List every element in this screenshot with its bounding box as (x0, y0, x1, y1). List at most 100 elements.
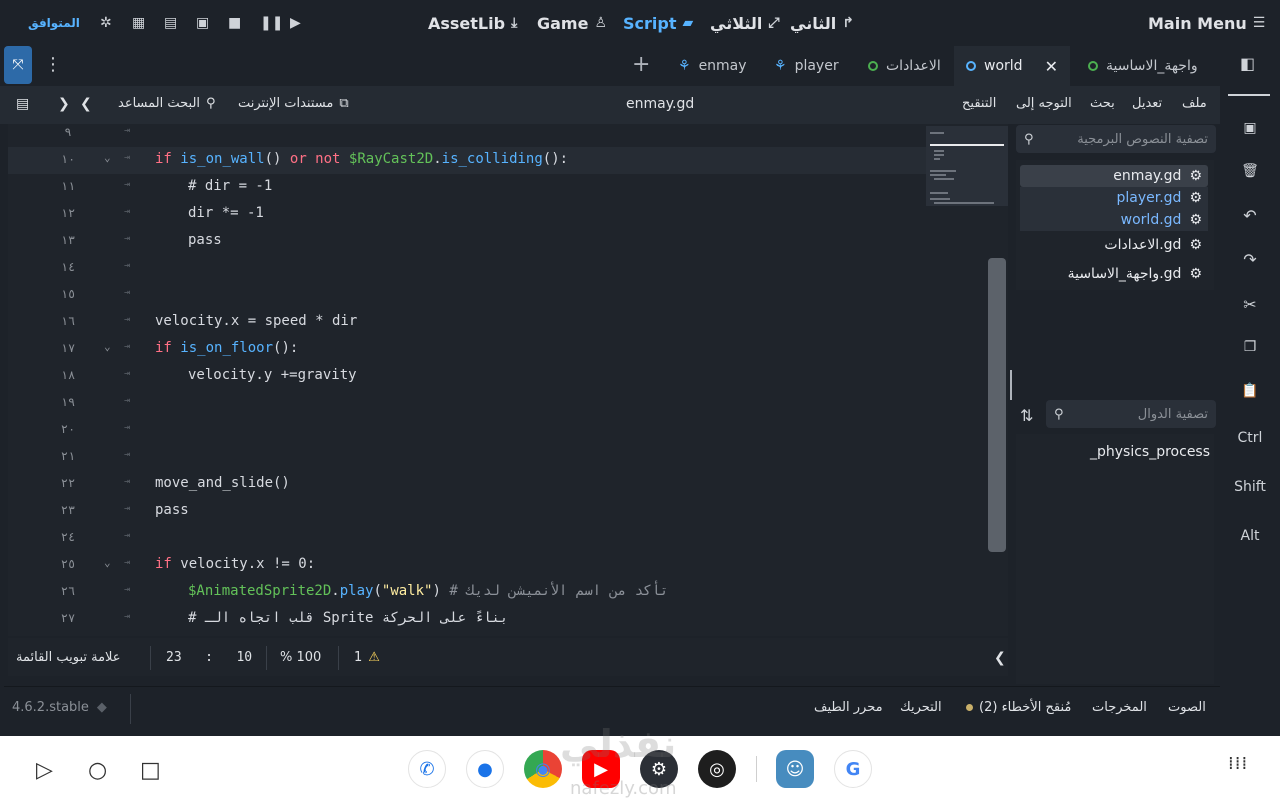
toggle-scripts-button[interactable]: ❮ (994, 650, 1006, 666)
script-item-world[interactable]: world.gd ⚙ (1020, 209, 1208, 231)
history-forward-button[interactable]: ❯ (58, 96, 70, 112)
zoom-level[interactable]: % 100 (280, 650, 321, 665)
add-tab-button[interactable]: + (632, 52, 650, 77)
tab-marker-icon: ⇥ (124, 449, 131, 460)
warning-icon: ⚠ (368, 650, 380, 665)
app-drawer-button[interactable]: ⁞⁞⁞ (1228, 755, 1248, 773)
filter-scripts-input[interactable]: ⚲ تصفية النصوص البرمجية (1016, 125, 1216, 153)
pause-button[interactable]: ❚❚ (260, 12, 283, 34)
gear-icon: ⚙ (1189, 237, 1202, 253)
tab-marker-icon: ⇥ (124, 179, 131, 190)
tab-marker-icon: ⇥ (124, 314, 131, 325)
script-item-main-ui[interactable]: واجهة_الاساسية.gd ⚙ (1020, 263, 1208, 285)
alt-key[interactable]: Alt (1228, 528, 1272, 544)
tab-debugger[interactable]: مُنقح الأخطاء (2) (966, 700, 1071, 715)
close-icon[interactable]: ✕ (1045, 57, 1058, 76)
tab-enmay[interactable]: ⚘ enmay (666, 46, 759, 86)
sort-methods-button[interactable]: ⇅ (1020, 406, 1033, 425)
tab-output[interactable]: المخرجات (1092, 700, 1147, 715)
menu-debug[interactable]: التنقيح (962, 96, 996, 111)
history-back-button[interactable]: ❮ (80, 96, 92, 112)
toggle-scripts-panel-button[interactable]: ▤ (16, 96, 29, 112)
play-scene-button[interactable]: ▤ (164, 12, 177, 34)
menu-edit[interactable]: تعديل (1132, 96, 1162, 111)
minimap[interactable] (926, 126, 1008, 206)
tab-3d[interactable]: الثلاثي ⤢ (710, 12, 780, 34)
tab-audio[interactable]: الصوت (1168, 700, 1206, 715)
back-nav-button[interactable]: ▷ (36, 758, 53, 783)
indent-mode-label[interactable]: علامة تبويب القائمة (16, 650, 121, 665)
movie-maker-button[interactable]: ✲ (100, 12, 112, 34)
fold-arrow-icon[interactable]: ⌄ (104, 556, 111, 569)
menu-goto[interactable]: التوجه إلى (1016, 96, 1072, 111)
recents-nav-button[interactable]: □ (140, 758, 161, 783)
remote-debug-button[interactable]: ▣ (196, 12, 209, 34)
tab-animation[interactable]: التحريك (900, 700, 942, 715)
tab-marker-icon: ⇥ (124, 125, 131, 136)
play-custom-button[interactable]: ▦ (132, 12, 145, 34)
delete-button[interactable]: 🗑 (1228, 163, 1272, 179)
code-line: ٢٦ ⇥ $AnimatedSprite2D.play("walk") # تأكد… (60, 583, 669, 599)
online-docs-button[interactable]: مستندات الإنترنت ⧉ (238, 96, 349, 111)
scene-dot-icon (868, 61, 878, 71)
panel-icon: ◧ (1240, 54, 1256, 73)
node-icon: ⚘ (774, 58, 787, 74)
code-editor[interactable]: ٩ ⇥ ١٠ ⌄ ⇥ if is_on_wall() or not $RayCast2D… (8, 124, 1008, 636)
main-menu-button[interactable]: Main Menu ☰ (1148, 12, 1265, 34)
fold-arrow-icon[interactable]: ⌄ (104, 340, 111, 353)
editor-scrollbar[interactable] (988, 258, 1006, 552)
tab-marker-icon: ⇥ (124, 530, 131, 541)
copy-button[interactable]: ❐ (1228, 339, 1272, 355)
toggle-dock-button[interactable]: ◧ (1240, 54, 1255, 73)
more-options-button[interactable]: ⋮ (44, 54, 62, 75)
undo-button[interactable]: ↶ (1228, 206, 1272, 225)
search-help-button[interactable]: البحث المساعد ⚲ (118, 96, 216, 111)
tab-settings[interactable]: الاعدادات (856, 46, 953, 86)
google-app-icon[interactable]: G (834, 750, 872, 788)
divider (1228, 94, 1270, 96)
warnings-count[interactable]: 1 ⚠ (354, 650, 380, 665)
script-item-enmay[interactable]: enmay.gd ⚙ (1020, 165, 1208, 187)
save-button[interactable]: ▣ (1228, 120, 1272, 136)
script-item-player[interactable]: player.gd ⚙ (1020, 187, 1208, 209)
chrome-app-icon[interactable]: ◉ (524, 750, 562, 788)
menu-search[interactable]: بحث (1090, 96, 1115, 111)
cut-button[interactable]: ✂ (1228, 295, 1272, 314)
tab-script[interactable]: Script ▰ (623, 12, 693, 34)
tab-shader-editor[interactable]: محرر الطيف (814, 700, 883, 715)
renderer-select[interactable]: المتوافق (28, 12, 80, 34)
tab-marker-icon: ⇥ (124, 395, 131, 406)
home-nav-button[interactable]: ○ (88, 758, 107, 783)
distraction-free-button[interactable]: ⤧ (4, 46, 32, 84)
code-line: ٢٧ ⇥ # قلب اتجاه الـ Sprite بناءً على الحر… (60, 610, 509, 626)
filter-methods-input[interactable]: ⚲ تصفية الدوال (1046, 400, 1216, 428)
tab-world[interactable]: world ✕ (954, 46, 1070, 86)
shift-key[interactable]: Shift (1228, 479, 1272, 495)
tab-2d[interactable]: الثاني ↱ (790, 12, 854, 34)
godot-app-icon[interactable]: ☺ (776, 750, 814, 788)
method-item[interactable]: _physics_process (1090, 444, 1210, 460)
paste-button[interactable]: 📋 (1228, 383, 1272, 399)
tab-assetlib[interactable]: AssetLib ⤓ (428, 12, 517, 34)
messages-app-icon[interactable]: ● (466, 750, 504, 788)
fold-arrow-icon[interactable]: ⌄ (104, 151, 111, 164)
tab-marker-icon: ⇥ (124, 287, 131, 298)
play-button[interactable]: ▶ (290, 12, 301, 34)
camera-app-icon[interactable]: ◎ (698, 750, 736, 788)
tab-player[interactable]: ⚘ player (762, 46, 851, 86)
ctrl-key[interactable]: Ctrl (1228, 430, 1272, 446)
redo-button[interactable]: ↷ (1228, 250, 1272, 269)
tab-game[interactable]: Game ♙ (537, 12, 607, 34)
external-link-icon: ⧉ (339, 96, 349, 111)
split-handle[interactable] (1010, 370, 1012, 400)
tab-main-ui[interactable]: واجهة_الاساسية (1076, 46, 1210, 86)
sort-icon: ⇅ (1020, 406, 1034, 425)
phone-app-icon[interactable]: ✆ (408, 750, 446, 788)
chevron-left-icon: ❮ (994, 650, 1006, 666)
stop-button[interactable]: ■ (228, 12, 241, 34)
script-item-settings[interactable]: الاعدادات.gd ⚙ (1020, 234, 1208, 256)
node-icon: ⚘ (678, 58, 691, 74)
menu-file[interactable]: ملف (1182, 96, 1207, 111)
expand-icon: ⤧ (12, 57, 24, 73)
gear-icon: ⚙ (1189, 190, 1202, 206)
